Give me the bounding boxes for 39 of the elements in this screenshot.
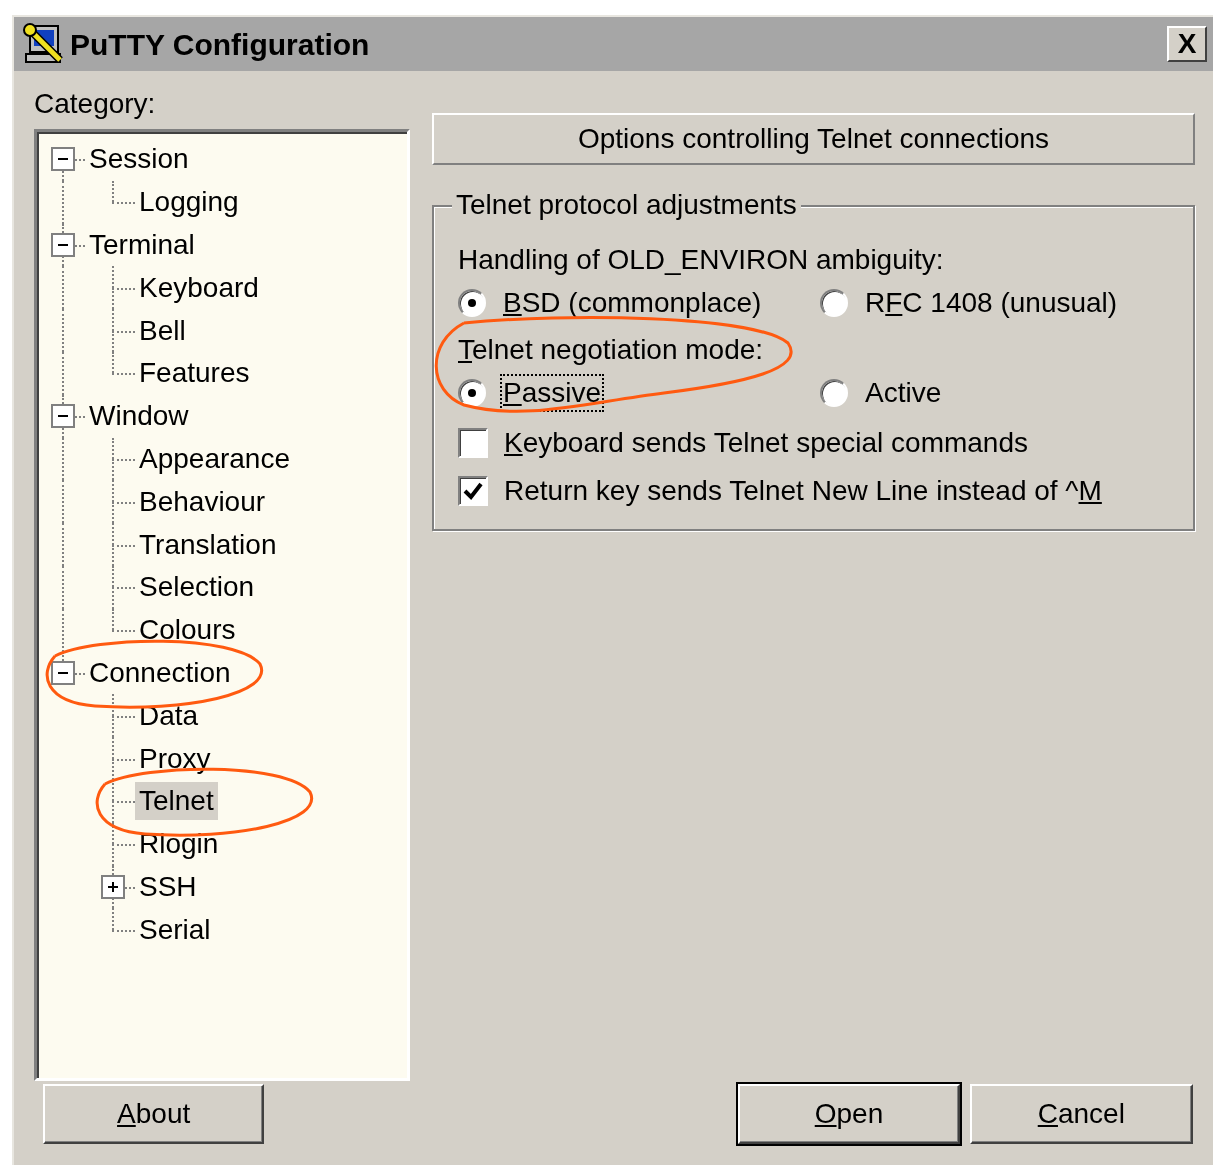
tree-item[interactable]: Features	[135, 354, 254, 393]
field-label: Telnet negotiation mode:	[458, 333, 764, 367]
collapse-icon[interactable]	[51, 233, 75, 257]
window-title: PuTTY Configuration	[70, 26, 370, 63]
tree-item[interactable]: Behaviour	[135, 482, 270, 521]
tree-item[interactable]: Proxy	[135, 739, 215, 778]
checkmark-icon	[462, 480, 484, 502]
panel-header: Options controlling Telnet connections	[432, 113, 1195, 165]
tree-item[interactable]: Session	[85, 140, 193, 179]
tree-item[interactable]: Window	[85, 397, 193, 436]
tree-item[interactable]: Colours	[135, 611, 240, 650]
close-button[interactable]: X	[1167, 26, 1207, 62]
tree-item[interactable]: Translation	[135, 525, 281, 564]
dialog-button[interactable]: Cancel	[969, 1084, 1193, 1144]
checkbox[interactable]: Keyboard sends Telnet special commands	[458, 419, 1028, 467]
radio-option[interactable]: Active	[820, 371, 1169, 415]
expand-icon[interactable]	[101, 874, 125, 899]
collapse-icon[interactable]	[51, 147, 75, 172]
field-label: Handling of OLD_ENVIRON ambiguity:	[458, 243, 944, 277]
dialog-button[interactable]: About	[43, 1084, 265, 1144]
tree-item[interactable]: Serial	[135, 910, 215, 949]
tree-item[interactable]: Logging	[135, 183, 243, 222]
radio-option[interactable]: Passive	[458, 371, 820, 415]
checkbox[interactable]: Return key sends Telnet New Line instead of ^M	[458, 467, 1102, 515]
tree-item[interactable]: Keyboard	[135, 268, 263, 307]
tree-item[interactable]: Bell	[135, 311, 190, 350]
radio-option[interactable]: RFC 1408 (unusual)	[820, 281, 1169, 325]
collapse-icon[interactable]	[51, 660, 75, 685]
tree-item[interactable]: Selection	[135, 568, 259, 607]
tree-item[interactable]: Telnet	[135, 782, 218, 821]
radio-option[interactable]: BSD (commonplace)	[458, 281, 820, 325]
tree-item[interactable]: Connection	[85, 653, 235, 692]
tree-item[interactable]: SSH	[135, 867, 201, 906]
collapse-icon[interactable]	[51, 404, 75, 429]
tree-item[interactable]: Appearance	[135, 439, 294, 478]
tree-item[interactable]: Rlogin	[135, 825, 223, 864]
category-label: Category:	[34, 88, 156, 119]
dialog-button[interactable]: Open	[738, 1084, 960, 1144]
tree-item[interactable]: Terminal	[85, 226, 199, 264]
